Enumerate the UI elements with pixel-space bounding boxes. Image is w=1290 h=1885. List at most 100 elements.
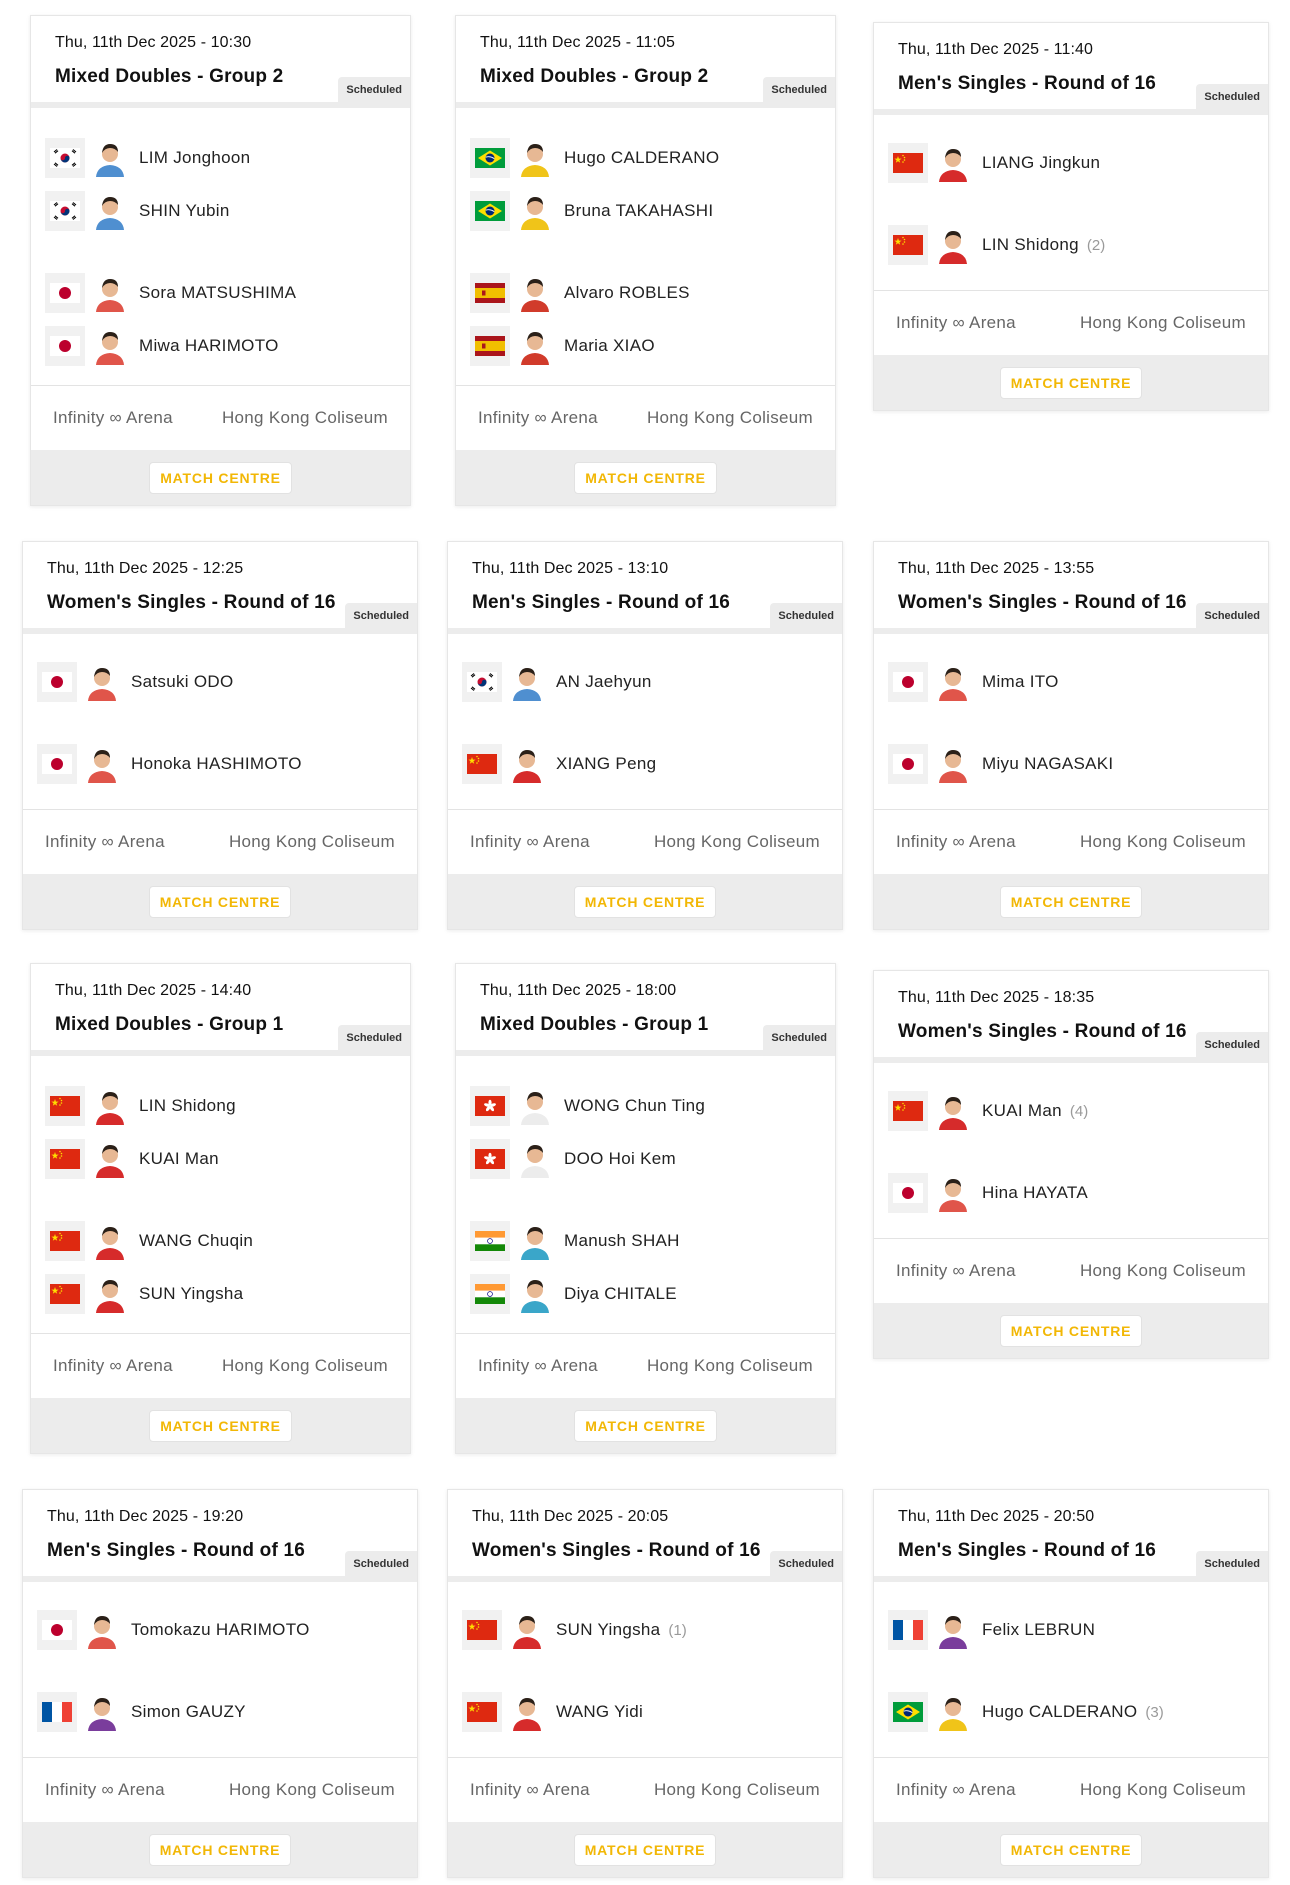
player-row[interactable]: Satsuki ODO — [37, 662, 234, 702]
flag-icon — [462, 744, 502, 784]
player-row[interactable]: Tomokazu HARIMOTO — [37, 1610, 310, 1650]
status-badge: Scheduled — [1196, 603, 1268, 628]
players-list: AN Jaehyun XIANG Peng — [448, 634, 842, 810]
card-footer: MATCH CENTRE — [31, 450, 410, 505]
venue-row: Infinity ∞ Arena Hong Kong Coliseum — [456, 1334, 835, 1398]
match-header: Thu, 11th Dec 2025 - 12:25 Women's Single… — [23, 542, 417, 634]
player-avatar — [934, 144, 972, 182]
match-centre-button[interactable]: MATCH CENTRE — [999, 1314, 1143, 1347]
venue-row: Infinity ∞ Arena Hong Kong Coliseum — [874, 291, 1268, 355]
match-centre-button[interactable]: MATCH CENTRE — [573, 885, 717, 918]
match-centre-button[interactable]: MATCH CENTRE — [999, 366, 1143, 399]
player-row[interactable]: DOO Hoi Kem — [470, 1139, 676, 1179]
match-centre-button[interactable]: MATCH CENTRE — [999, 885, 1143, 918]
players-list: Felix LEBRUN Hugo CALDERANO (3) — [874, 1582, 1268, 1758]
match-centre-button[interactable]: MATCH CENTRE — [149, 461, 292, 494]
player-avatar — [934, 663, 972, 701]
player-avatar — [934, 226, 972, 264]
venue-arena: Infinity ∞ Arena — [470, 832, 590, 851]
match-datetime: Thu, 11th Dec 2025 - 11:40 — [898, 41, 1094, 58]
venue-row: Infinity ∞ Arena Hong Kong Coliseum — [23, 810, 417, 874]
flag-icon — [37, 662, 77, 702]
player-avatar — [83, 745, 121, 783]
player-row[interactable]: Sora MATSUSHIMA — [45, 273, 296, 313]
flag-icon — [462, 1610, 502, 1650]
match-title: Men's Singles - Round of 16 — [898, 73, 1156, 94]
player-row[interactable]: WANG Chuqin — [45, 1221, 253, 1261]
player-row[interactable]: LIN Shidong — [45, 1086, 236, 1126]
player-row[interactable]: Miwa HARIMOTO — [45, 326, 279, 366]
match-card: Thu, 11th Dec 2025 - 10:30 Mixed Doubles … — [30, 15, 411, 506]
player-seed: (1) — [668, 1621, 687, 1639]
player-row[interactable]: Honoka HASHIMOTO — [37, 744, 302, 784]
player-row[interactable]: LIANG Jingkun — [888, 143, 1100, 183]
match-centre-button[interactable]: MATCH CENTRE — [999, 1833, 1143, 1866]
match-centre-button[interactable]: MATCH CENTRE — [574, 1409, 717, 1442]
flag-icon — [888, 662, 928, 702]
venue-arena: Infinity ∞ Arena — [470, 1780, 590, 1799]
player-row[interactable]: Maria XIAO — [470, 326, 655, 366]
player-row[interactable]: Alvaro ROBLES — [470, 273, 690, 313]
card-footer: MATCH CENTRE — [448, 1822, 842, 1877]
player-row[interactable]: Diya CHITALE — [470, 1274, 677, 1314]
player-row[interactable]: SUN Yingsha — [45, 1274, 243, 1314]
flag-icon — [45, 326, 85, 366]
player-name: DOO Hoi Kem — [564, 1149, 676, 1168]
card-footer: MATCH CENTRE — [31, 1398, 410, 1453]
player-name: Manush SHAH — [564, 1231, 680, 1250]
player-row[interactable]: LIM Jonghoon — [45, 138, 250, 178]
player-row[interactable]: Simon GAUZY — [37, 1692, 246, 1732]
flag-icon — [888, 143, 928, 183]
player-row[interactable]: SUN Yingsha (1) — [462, 1610, 687, 1650]
flag-icon — [888, 1091, 928, 1131]
match-title: Women's Singles - Round of 16 — [47, 592, 336, 613]
player-row[interactable]: LIN Shidong (2) — [888, 225, 1105, 265]
player-row[interactable]: WANG Yidi — [462, 1692, 643, 1732]
player-row[interactable]: Mima ITO — [888, 662, 1059, 702]
player-avatar — [91, 192, 129, 230]
match-datetime: Thu, 11th Dec 2025 - 10:30 — [55, 34, 252, 51]
player-row[interactable]: Hugo CALDERANO (3) — [888, 1692, 1164, 1732]
match-centre-button[interactable]: MATCH CENTRE — [574, 461, 717, 494]
match-centre-button[interactable]: MATCH CENTRE — [149, 1409, 292, 1442]
match-title: Men's Singles - Round of 16 — [898, 1540, 1156, 1561]
flag-icon — [888, 225, 928, 265]
match-centre-button[interactable]: MATCH CENTRE — [573, 1833, 717, 1866]
player-row[interactable]: WONG Chun Ting — [470, 1086, 705, 1126]
player-row[interactable]: Miyu NAGASAKI — [888, 744, 1113, 784]
player-avatar — [508, 745, 546, 783]
status-badge: Scheduled — [763, 1025, 835, 1050]
match-datetime: Thu, 11th Dec 2025 - 19:20 — [47, 1508, 244, 1525]
venue-arena: Infinity ∞ Arena — [53, 408, 173, 427]
flag-icon — [462, 662, 502, 702]
player-row[interactable]: Hugo CALDERANO — [470, 138, 719, 178]
players-list: LIM Jonghoon SHIN Yubin Sora MATSUSHIMA Miw… — [31, 108, 410, 386]
flag-icon — [470, 326, 510, 366]
flag-icon — [888, 1610, 928, 1650]
player-name: LIM Jonghoon — [139, 148, 251, 167]
match-header: Thu, 11th Dec 2025 - 13:10 Men's Singles … — [448, 542, 842, 634]
player-row[interactable]: KUAI Man — [45, 1139, 219, 1179]
status-badge: Scheduled — [338, 77, 410, 102]
player-row[interactable]: Manush SHAH — [470, 1221, 680, 1261]
player-seed: (2) — [1086, 236, 1106, 254]
match-card: Thu, 11th Dec 2025 - 20:50 Men's Singles … — [873, 1489, 1269, 1878]
card-footer: MATCH CENTRE — [23, 1822, 417, 1877]
player-row[interactable]: KUAI Man (4) — [888, 1091, 1088, 1131]
venue-row: Infinity ∞ Arena Hong Kong Coliseum — [448, 810, 842, 874]
player-avatar — [934, 1611, 972, 1649]
player-row[interactable]: AN Jaehyun — [462, 662, 652, 702]
player-row[interactable]: XIANG Peng — [462, 744, 656, 784]
player-row[interactable]: Bruna TAKAHASHI — [470, 191, 713, 231]
player-row[interactable]: Hina HAYATA — [888, 1173, 1088, 1213]
player-name: Tomokazu HARIMOTO — [131, 1620, 310, 1639]
match-title: Women's Singles - Round of 16 — [898, 592, 1187, 613]
venue-location: Hong Kong Coliseum — [228, 832, 395, 851]
players-list: Tomokazu HARIMOTO Simon GAUZY — [23, 1582, 417, 1758]
match-centre-button[interactable]: MATCH CENTRE — [148, 1833, 292, 1866]
player-name: XIANG Peng — [556, 754, 657, 773]
player-row[interactable]: Felix LEBRUN — [888, 1610, 1095, 1650]
player-name: KUAI Man — [982, 1101, 1062, 1120]
match-centre-button[interactable]: MATCH CENTRE — [148, 885, 292, 918]
player-row[interactable]: SHIN Yubin — [45, 191, 230, 231]
